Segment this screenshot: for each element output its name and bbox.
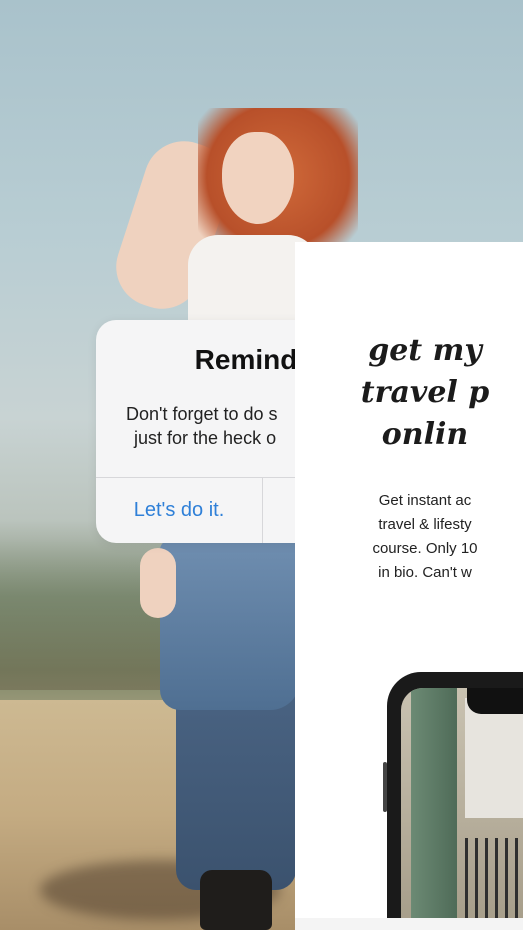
face (222, 132, 294, 224)
promo-body-line-2: travel & lifesty (378, 516, 472, 533)
promo-body-line-3: course. Only 10 (372, 540, 478, 557)
pole (411, 688, 457, 930)
denim-jacket (160, 540, 300, 710)
promo-body-line-1: Get instant ac (378, 492, 472, 509)
lets-do-it-button[interactable]: Let's do it. (96, 478, 262, 543)
promo-headline-line-1: get my (368, 333, 482, 368)
phone-screen (401, 688, 523, 930)
building (465, 698, 523, 818)
promo-card: get my travel p onlin Get instant ac tra… (295, 242, 523, 930)
hand (140, 548, 176, 618)
promo-headline: get my travel p onlin (295, 330, 523, 456)
promo-headline-line-3: onlin (381, 417, 469, 452)
promo-headline-line-2: travel p (360, 375, 490, 410)
alert-button-divider (262, 477, 263, 543)
promo-body: Get instant ac travel & lifesty course. … (295, 489, 523, 585)
promo-body-line-4: in bio. Can't w (378, 564, 472, 581)
phone-notch (467, 688, 523, 714)
fence (465, 838, 523, 928)
card-bottom-strip (295, 918, 523, 930)
boot (200, 870, 272, 930)
phone-side-button (383, 762, 387, 812)
